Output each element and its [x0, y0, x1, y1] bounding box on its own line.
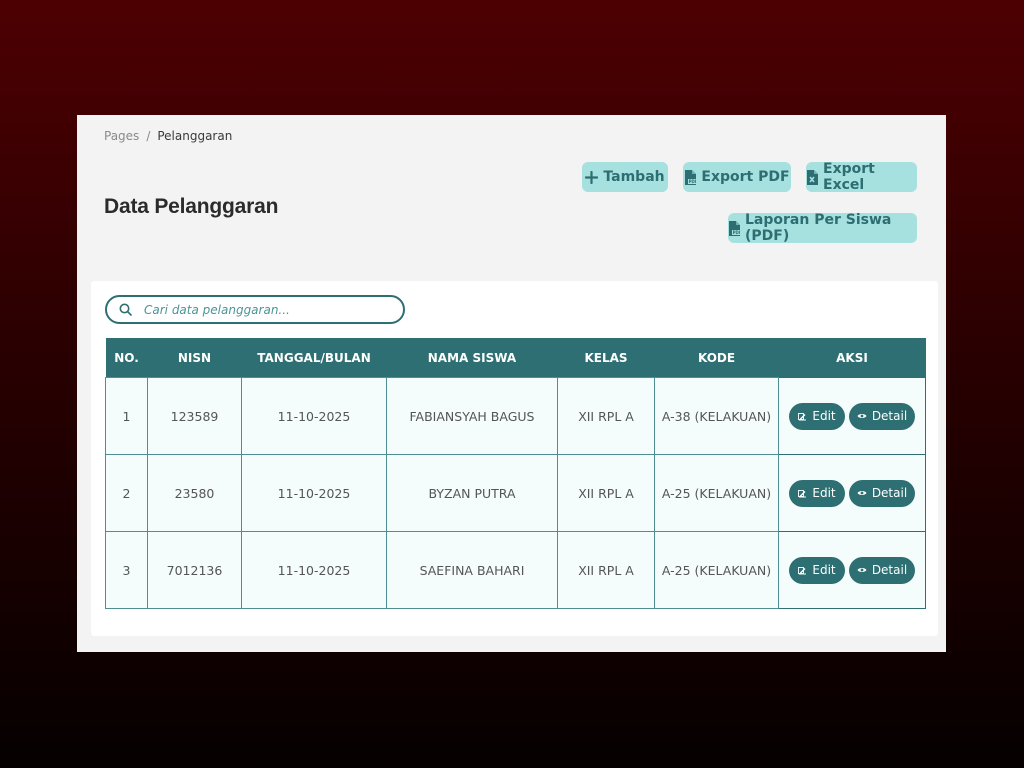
- detail-label: Detail: [871, 409, 908, 423]
- col-header-aksi: AKSI: [778, 338, 926, 378]
- edit-button[interactable]: Edit: [789, 479, 845, 507]
- table-row: 2 23580 11-10-2025 BYZAN PUTRA XII RPL A…: [105, 454, 926, 532]
- cell-kode: A-25 (KELAKUAN): [654, 531, 779, 609]
- laporan-label: Laporan Per Siswa (PDF): [745, 212, 892, 244]
- cell-no: 3: [105, 531, 148, 609]
- cell-kode: A-38 (KELAKUAN): [654, 377, 779, 455]
- breadcrumb-separator: /: [146, 129, 151, 143]
- cell-kode: A-25 (KELAKUAN): [654, 454, 779, 532]
- pelanggaran-table: NO. NISN TANGGAL/BULAN NAMA SISWA KELAS …: [105, 338, 926, 609]
- file-excel-icon: [806, 169, 818, 185]
- edit-icon: [798, 489, 807, 498]
- cell-kelas: XII RPL A: [557, 454, 655, 532]
- breadcrumb-current: Pelanggaran: [157, 129, 233, 143]
- export-excel-button[interactable]: Export Excel: [806, 161, 917, 193]
- detail-button[interactable]: Detail: [849, 479, 915, 507]
- cell-nama: BYZAN PUTRA: [386, 454, 558, 532]
- cell-nama: SAEFINA BAHARI: [386, 531, 558, 609]
- export-pdf-button[interactable]: PDF Export PDF: [683, 162, 791, 192]
- cell-nisn: 123589: [147, 377, 242, 455]
- export-excel-label: Export Excel: [823, 161, 875, 193]
- edit-icon: [798, 566, 807, 575]
- detail-label: Detail: [871, 486, 908, 500]
- col-header-nama: NAMA SISWA: [386, 338, 558, 378]
- cell-nama: FABIANSYAH BAGUS: [386, 377, 558, 455]
- cell-tanggal: 11-10-2025: [241, 454, 387, 532]
- file-pdf-icon: PDF: [684, 169, 697, 185]
- file-pdf-icon: PDF: [728, 220, 740, 236]
- breadcrumb: Pages / Pelanggaran: [104, 129, 232, 143]
- search-icon: [119, 303, 132, 316]
- detail-button[interactable]: Detail: [849, 556, 915, 584]
- cell-nisn: 7012136: [147, 531, 242, 609]
- cell-tanggal: 11-10-2025: [241, 531, 387, 609]
- tambah-label: Tambah: [603, 169, 665, 185]
- laporan-per-siswa-button[interactable]: PDF Laporan Per Siswa (PDF): [728, 212, 917, 244]
- main-panel: Pages / Pelanggaran Data Pelanggaran Tamba…: [77, 115, 946, 652]
- tambah-button[interactable]: Tambah: [582, 162, 668, 192]
- detail-label: Detail: [871, 563, 908, 577]
- col-header-kode: KODE: [654, 338, 779, 378]
- edit-button[interactable]: Edit: [789, 402, 845, 430]
- cell-kelas: XII RPL A: [557, 377, 655, 455]
- eye-icon: [857, 412, 867, 420]
- page-title: Data Pelanggaran: [104, 195, 279, 218]
- table-row: 3 7012136 11-10-2025 SAEFINA BAHARI XII …: [105, 531, 926, 609]
- edit-icon: [798, 412, 807, 421]
- eye-icon: [857, 489, 867, 497]
- data-card: NO. NISN TANGGAL/BULAN NAMA SISWA KELAS …: [91, 281, 938, 636]
- col-header-no: NO.: [105, 338, 148, 378]
- svg-text:PDF: PDF: [689, 179, 696, 184]
- cell-no: 2: [105, 454, 148, 532]
- cell-aksi: Edit Detail: [778, 377, 926, 455]
- svg-text:PDF: PDF: [733, 230, 740, 235]
- col-header-tanggal: TANGGAL/BULAN: [241, 338, 387, 378]
- col-header-kelas: KELAS: [557, 338, 655, 378]
- cell-tanggal: 11-10-2025: [241, 377, 387, 455]
- cell-aksi: Edit Detail: [778, 531, 926, 609]
- col-header-nisn: NISN: [147, 338, 242, 378]
- table-row: 1 123589 11-10-2025 FABIANSYAH BAGUS XII…: [105, 377, 926, 455]
- edit-label: Edit: [812, 409, 836, 423]
- plus-icon: [585, 170, 599, 184]
- detail-button[interactable]: Detail: [849, 402, 915, 430]
- edit-label: Edit: [812, 563, 836, 577]
- cell-no: 1: [105, 377, 148, 455]
- eye-icon: [857, 566, 867, 574]
- cell-aksi: Edit Detail: [778, 454, 926, 532]
- search-box[interactable]: [105, 295, 405, 324]
- edit-button[interactable]: Edit: [789, 556, 845, 584]
- search-input[interactable]: [142, 301, 386, 318]
- cell-kelas: XII RPL A: [557, 531, 655, 609]
- breadcrumb-root[interactable]: Pages: [104, 129, 139, 143]
- cell-nisn: 23580: [147, 454, 242, 532]
- export-pdf-label: Export PDF: [701, 169, 790, 185]
- edit-label: Edit: [812, 486, 836, 500]
- table-header-row: NO. NISN TANGGAL/BULAN NAMA SISWA KELAS …: [105, 338, 926, 378]
